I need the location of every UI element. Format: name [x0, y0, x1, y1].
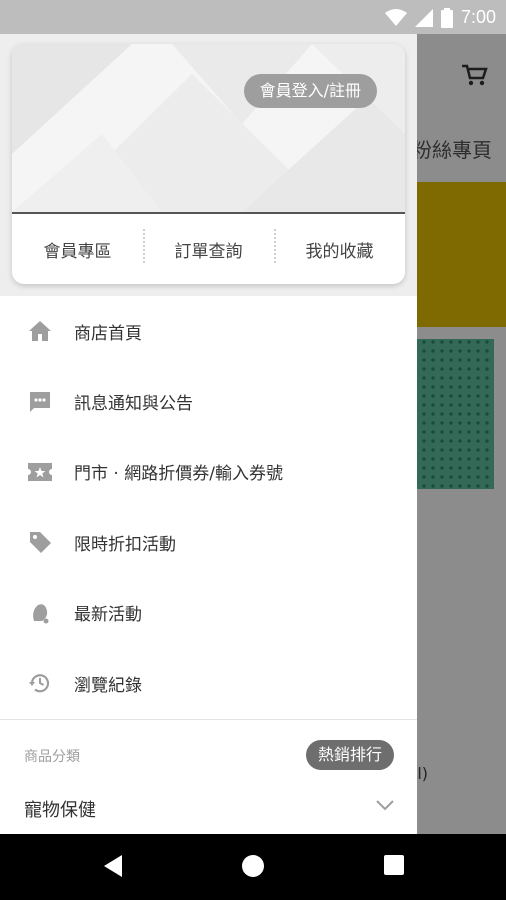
wifi-icon: [384, 8, 407, 26]
message-icon: [26, 388, 54, 416]
member-tabs: 會員專區 訂單查詢 我的收藏: [12, 214, 405, 284]
system-nav-bar: [0, 834, 506, 900]
menu-item-home[interactable]: 商店首頁: [0, 296, 417, 366]
menu-item-label: 門市 · 網路折價券/輸入券號: [74, 464, 283, 485]
status-time: 7:00: [460, 7, 496, 27]
tab-favorites[interactable]: 我的收藏: [274, 228, 405, 263]
signal-icon: [414, 8, 433, 27]
coupon-icon: [26, 458, 54, 486]
member-card: 會員登入/註冊 會員專區 訂單查詢 我的收藏: [12, 44, 405, 284]
best-sellers-button[interactable]: 熱銷排行: [305, 740, 394, 770]
category-section-title: 商品分類: [24, 749, 80, 765]
recents-icon[interactable]: [383, 854, 405, 876]
menu-item-label: 限時折扣活動: [74, 534, 176, 555]
menu-item-discounts[interactable]: 限時折扣活動: [0, 507, 417, 577]
history-icon: [26, 669, 54, 697]
member-banner: 會員登入/註冊: [12, 44, 405, 212]
menu-item-coupons[interactable]: 門市 · 網路折價券/輸入券號: [0, 437, 417, 507]
menu-item-messages[interactable]: 訊息通知與公告: [0, 366, 417, 436]
home-icon: [26, 317, 54, 345]
chevron-down-icon[interactable]: [375, 798, 395, 812]
status-bar: 7:00: [0, 0, 506, 34]
tab-order-query[interactable]: 訂單查詢: [143, 228, 274, 263]
drawer-header: 會員登入/註冊 會員專區 訂單查詢 我的收藏: [0, 34, 417, 296]
menu-item-label: 訊息通知與公告: [74, 394, 193, 415]
menu-item-label: 商店首頁: [74, 323, 142, 344]
menu-item-events[interactable]: 最新活動: [0, 578, 417, 648]
menu-item-label: 瀏覽紀錄: [74, 675, 142, 696]
tab-member-area[interactable]: 會員專區: [12, 237, 143, 262]
bell-icon: [26, 599, 54, 627]
battery-icon: [440, 7, 453, 28]
menu-item-history[interactable]: 瀏覽紀錄: [0, 648, 417, 718]
home-nav-icon[interactable]: [241, 854, 265, 878]
tag-icon: [26, 528, 54, 556]
category-item-pet-health[interactable]: 寵物保健: [24, 796, 96, 822]
menu-item-label: 最新活動: [74, 605, 142, 626]
back-icon[interactable]: [102, 854, 124, 878]
navigation-drawer: 會員登入/註冊 會員專區 訂單查詢 我的收藏 商店首頁 訊息通知與公告 門市 ·…: [0, 34, 417, 834]
login-register-button[interactable]: 會員登入/註冊: [243, 74, 377, 108]
menu-divider: [0, 719, 417, 720]
drawer-menu: 商店首頁 訊息通知與公告 門市 · 網路折價券/輸入券號 限時折扣活動 最新活動: [0, 296, 417, 718]
banner-pattern: [12, 44, 405, 212]
